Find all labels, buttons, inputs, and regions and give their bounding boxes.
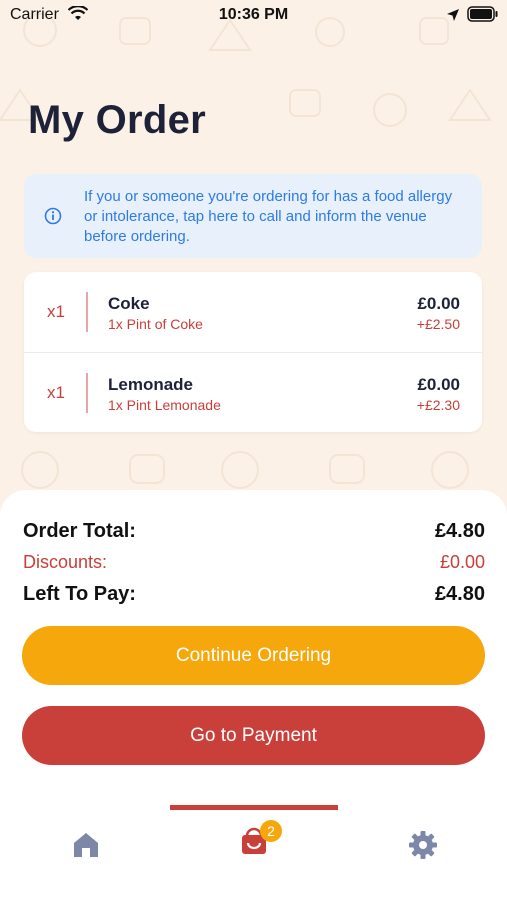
location-arrow-icon (447, 9, 459, 21)
item-name: Coke (108, 294, 150, 313)
discounts-value: £0.00 (439, 552, 485, 572)
gear-icon[interactable] (408, 830, 438, 860)
order-item-lemonade[interactable]: x1 Lemonade 1x Pint Lemonade £0.00 +£2.3… (24, 352, 482, 433)
left-to-pay-label: Left To Pay: (23, 583, 136, 605)
allergy-notice[interactable]: If you or someone you're ordering for ha… (24, 174, 482, 258)
order-summary-panel: Order Total: £4.80 Discounts: £0.00 Left… (0, 490, 507, 900)
home-icon[interactable] (72, 831, 100, 859)
active-tab-indicator (170, 805, 338, 810)
basket-count-badge: 2 (260, 820, 282, 842)
item-price: £0.00 (417, 294, 460, 313)
page-title: My Order (28, 98, 207, 142)
item-quantity: x1 (47, 302, 65, 321)
item-extra-price: +£2.30 (416, 397, 460, 413)
info-icon (44, 207, 62, 225)
item-price: £0.00 (417, 375, 460, 394)
divider (86, 292, 88, 332)
go-to-payment-button[interactable]: Go to Payment (22, 706, 485, 765)
discounts-label: Discounts: (23, 552, 108, 572)
item-extra-price: +£2.50 (416, 316, 460, 332)
clock: 10:36 PM (218, 6, 289, 23)
battery-icon (467, 6, 498, 22)
order-items-list: x1 Coke 1x Pint of Coke £0.00 +£2.50 x1 … (24, 272, 482, 432)
continue-ordering-button[interactable]: Continue Ordering (22, 626, 485, 685)
order-total-value: £4.80 (434, 520, 485, 542)
item-quantity: x1 (47, 383, 65, 402)
status-bar: Carrier 10:36 PM (0, 0, 507, 32)
order-item-coke[interactable]: x1 Coke 1x Pint of Coke £0.00 +£2.50 (24, 272, 482, 352)
item-detail: 1x Pint Lemonade (108, 397, 221, 413)
left-to-pay-value: £4.80 (434, 583, 485, 605)
allergy-notice-text: If you or someone you're ordering for ha… (84, 188, 453, 245)
item-detail: 1x Pint of Coke (108, 316, 203, 332)
item-name: Lemonade (108, 375, 194, 394)
divider (86, 373, 88, 413)
order-total-label: Order Total: (23, 520, 136, 542)
